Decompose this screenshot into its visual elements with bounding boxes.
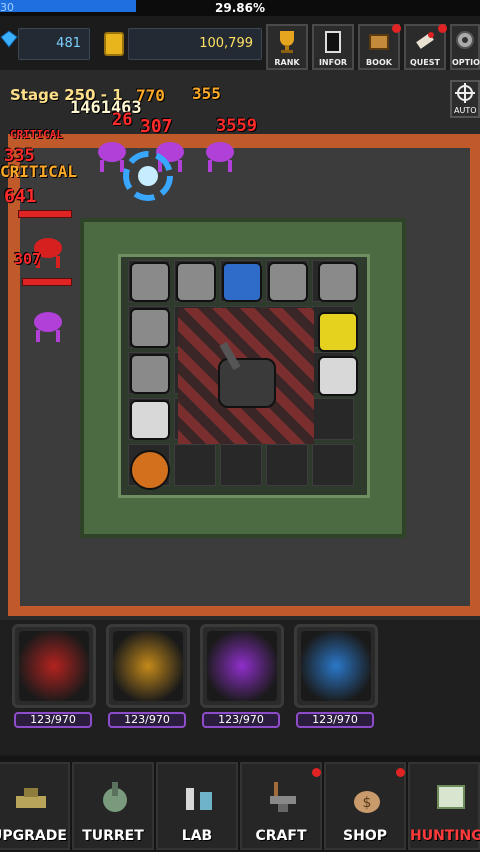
nav-label: TURRET [82,828,144,844]
anvil-icon [270,782,296,812]
nav-lab[interactable]: LAB [156,762,238,850]
grid-cell[interactable] [266,444,308,486]
turret-slot[interactable] [318,356,358,396]
nav-label: LAB [181,828,213,844]
tornado-icon [301,631,371,701]
damage-number: 355 [192,84,221,103]
quest-label: QUEST [410,58,440,67]
turret-slot[interactable] [130,308,170,348]
book-label: BOOK [366,58,392,67]
alien-enemy [206,142,234,172]
nav-shop[interactable]: $ SHOP [324,762,406,850]
target-skill-button[interactable] [106,624,190,708]
tank-icon [16,788,46,808]
trophy-icon [280,31,294,53]
bullet-skill-button[interactable] [12,624,96,708]
grid-cell[interactable] [312,398,354,440]
tornado-effect [123,151,173,201]
options-label: OPTIO [452,58,480,67]
map-icon [437,785,465,809]
shop-notification-dot [396,768,405,777]
auto-button[interactable]: AUTO [450,80,480,118]
damage-number: 3559 [216,116,257,136]
options-button[interactable]: OPTIO [450,24,480,70]
nav-label: UPGRADE [0,828,67,844]
damage-number: 641 [4,186,37,207]
skill-charge-count: 123/970 [14,712,92,728]
rank-label: RANK [274,58,300,67]
nav-label: SHOP [343,828,387,844]
critical-label: CRITICAL [10,128,63,141]
grid-cell[interactable] [220,444,262,486]
wave-progress-bar: 30 29.86% [0,0,480,16]
nav-hunting[interactable]: HUNTING [408,762,480,850]
gem-icon [0,30,18,48]
gold-counter: 100,799 [128,28,262,60]
info-button[interactable]: INFOR [312,24,354,70]
info-label: INFOR [318,58,348,67]
main-cannon[interactable] [218,341,276,408]
enemy-health-bar [18,210,72,218]
turret-slot[interactable] [318,312,358,352]
bullet-icon [19,631,89,701]
damage-number: 307 [14,250,42,268]
skill-charge-count: 123/970 [202,712,280,728]
damage-number: 307 [140,116,173,137]
svg-text:$: $ [363,795,372,811]
arrow-icon [207,631,277,701]
money-bag-icon: $ [354,791,380,813]
craft-notification-dot [312,768,321,777]
turret-icon [103,782,127,812]
grid-cell[interactable] [312,444,354,486]
book-notification-dot [392,24,401,33]
auto-label: AUTO [454,106,477,115]
gold-coin-icon [104,32,124,56]
turret-slot[interactable] [176,262,216,302]
damage-number: 26 [112,110,133,130]
flask-icon [186,788,212,810]
turret-slot[interactable] [130,354,170,394]
turret-slot[interactable] [268,262,308,302]
gear-icon [456,31,474,49]
nav-craft[interactable]: CRAFT [240,762,322,850]
skill-charge-count: 123/970 [296,712,374,728]
gem-counter: 481 [18,28,90,60]
crosshair-icon [455,83,475,103]
turret-slot[interactable] [130,400,170,440]
info-book-icon [325,31,341,53]
nav-label: HUNTING [410,828,480,844]
enemy-health-bar [22,278,72,286]
turret-slot[interactable] [130,262,170,302]
nav-turret[interactable]: TURRET [72,762,154,850]
arrow-skill-button[interactable] [200,624,284,708]
rank-button[interactable]: RANK [266,24,308,70]
progress-percent: 29.86% [215,1,265,15]
nav-upgrade[interactable]: UPGRADE [0,762,70,850]
quest-notification-dot [438,24,447,33]
grid-cell[interactable] [174,444,216,486]
turret-slot[interactable] [222,262,262,302]
skill-charge-count: 123/970 [108,712,186,728]
alien-enemy [34,312,62,342]
quest-scroll-icon [416,32,434,49]
tornado-skill-button[interactable] [294,624,378,708]
critical-label: CRITICAL [0,162,78,181]
book-icon [369,34,389,50]
nav-label: CRAFT [255,828,307,844]
turret-slot[interactable] [130,450,170,490]
target-icon [113,631,183,701]
turret-slot[interactable] [318,262,358,302]
